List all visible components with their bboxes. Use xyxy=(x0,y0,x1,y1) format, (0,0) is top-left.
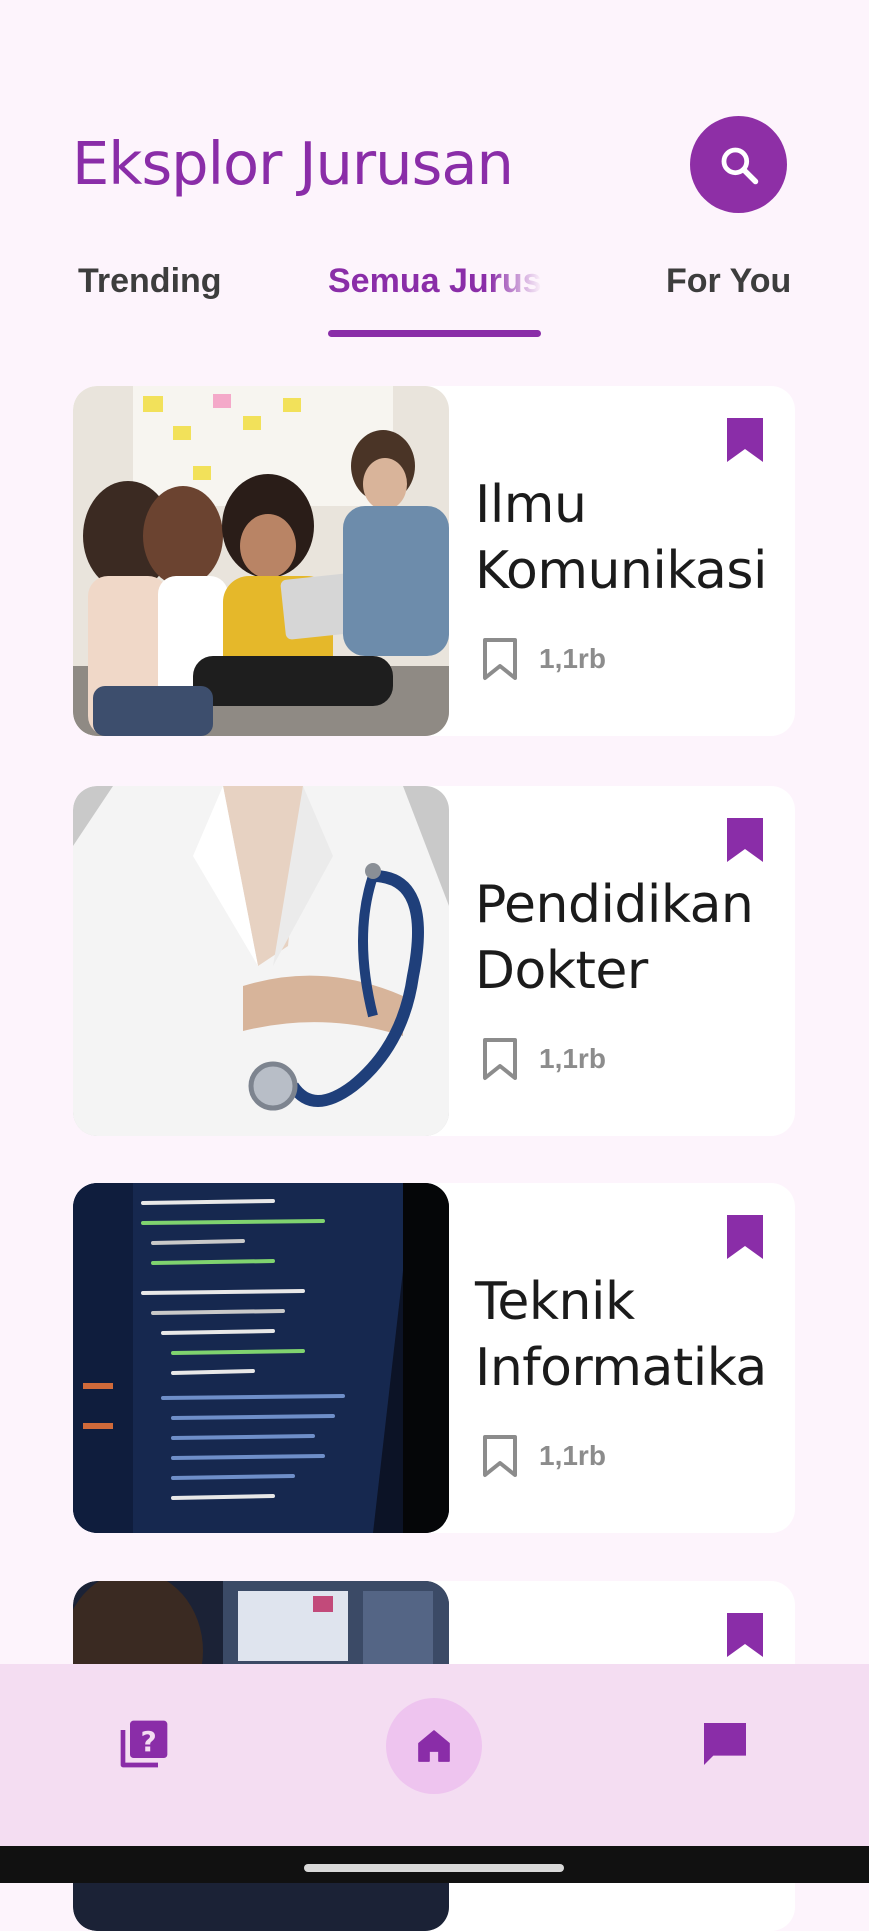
status-bar xyxy=(0,0,869,78)
major-card[interactable]: Pendidikan Dokter 1,1rb xyxy=(73,786,795,1136)
gesture-handle[interactable] xyxy=(304,1864,564,1872)
chat-icon xyxy=(704,1723,746,1765)
search-icon xyxy=(721,147,758,184)
bookmark-filled-icon[interactable] xyxy=(725,1611,765,1661)
page-title: Eksplor Jurusan xyxy=(72,129,514,198)
bookmark-filled-icon[interactable] xyxy=(725,1213,765,1263)
doctor-stethoscope-photo xyxy=(73,786,449,1136)
major-card[interactable]: Teknik Informatika 1,1rb xyxy=(73,1183,795,1533)
home-icon xyxy=(418,1730,450,1762)
nav-quiz[interactable]: ? xyxy=(114,1714,174,1774)
saves-count: 1,1rb xyxy=(539,643,606,674)
code-on-screen-photo xyxy=(73,1183,449,1533)
bookmark-outline-icon xyxy=(483,1038,517,1080)
system-gesture-bar xyxy=(0,1846,869,1883)
bookmark-filled-icon[interactable] xyxy=(725,416,765,466)
tab-for-you[interactable]: For You xyxy=(666,260,791,302)
nav-home[interactable] xyxy=(386,1698,482,1794)
saves-count: 1,1rb xyxy=(539,1440,606,1471)
tab-bar: Trending Semua Jurusan For You xyxy=(0,250,869,340)
quiz-icon: ? xyxy=(120,1720,168,1768)
nav-chat[interactable] xyxy=(695,1714,755,1774)
svg-text:?: ? xyxy=(141,1725,157,1758)
bookmark-filled-icon[interactable] xyxy=(725,816,765,866)
students-group-photo xyxy=(73,386,449,736)
major-title: Ilmu Komunikasi xyxy=(475,475,767,601)
saves-count: 1,1rb xyxy=(539,1043,606,1074)
bookmark-outline-icon xyxy=(483,638,517,680)
tab-semua-jurusan[interactable]: Semua Jurusan xyxy=(328,260,542,302)
bottom-navigation: ? xyxy=(0,1664,869,1846)
search-button[interactable] xyxy=(690,116,787,213)
major-card[interactable]: Ilmu Komunikasi 1,1rb xyxy=(73,386,795,736)
saves-stat: 1,1rb xyxy=(481,634,606,684)
tab-trending[interactable]: Trending xyxy=(78,260,222,302)
bookmark-outline-icon xyxy=(483,1435,517,1477)
major-title: Pendidikan Dokter xyxy=(475,875,754,1001)
saves-stat: 1,1rb xyxy=(481,1431,606,1481)
major-title: Teknik Informatika xyxy=(475,1272,767,1398)
saves-stat: 1,1rb xyxy=(481,1034,606,1084)
active-tab-indicator xyxy=(328,330,541,337)
